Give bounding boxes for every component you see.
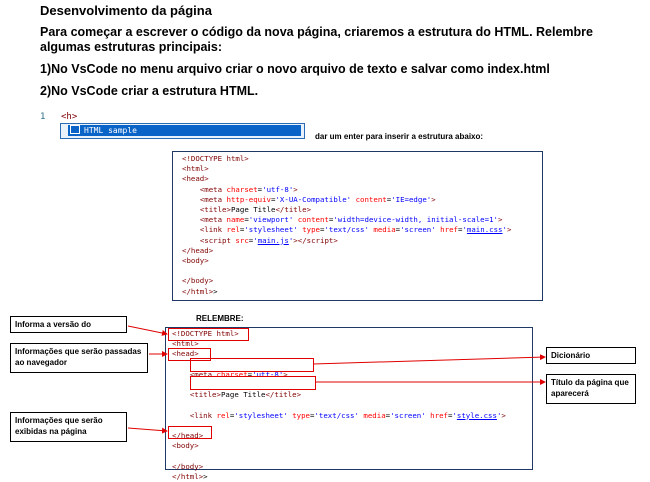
arrow-version [127, 325, 168, 336]
annotation-arrows [127, 325, 546, 434]
arrow-body [127, 427, 168, 434]
arrow-dictionary [312, 354, 546, 365]
